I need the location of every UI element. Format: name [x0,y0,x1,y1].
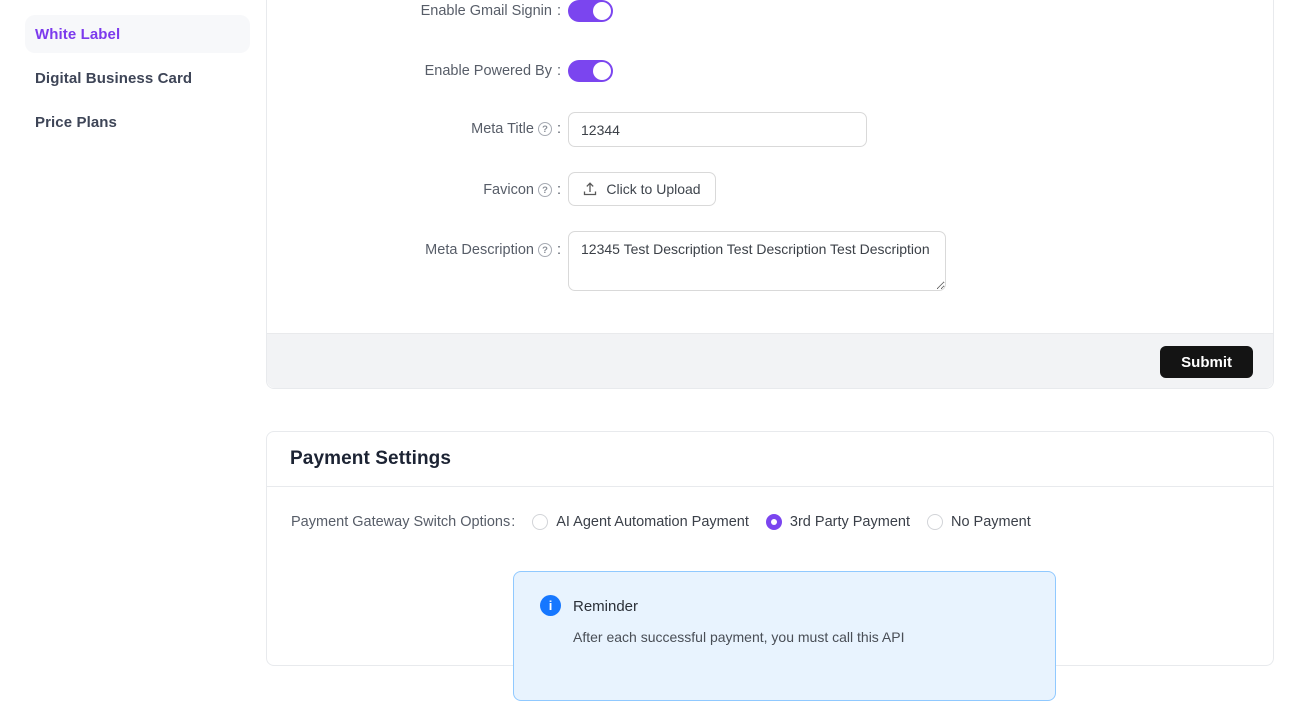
radio-checked-icon[interactable] [766,514,782,530]
help-icon[interactable]: ? [538,243,552,257]
sidebar: White Label Digital Business Card Price … [0,0,266,641]
toggle-knob [593,62,611,80]
sidebar-item-label: White Label [35,26,120,43]
reminder-description: After each successful payment, you must … [573,629,904,645]
meta-title-label: Meta Title ? [267,121,561,137]
help-icon[interactable]: ? [538,183,552,197]
submit-button[interactable]: Submit [1160,346,1253,378]
radio-unchecked-icon[interactable] [532,514,548,530]
sidebar-item-price-plans[interactable]: Price Plans [25,103,250,141]
payment-gateway-options-row: Payment Gateway Switch Options AI Agent … [291,514,1031,530]
reminder-alert: i Reminder After each successful payment… [513,571,1056,701]
reminder-title: Reminder [573,598,638,615]
payment-settings-header: Payment Settings [267,432,1273,487]
radio-option-3rd-party-payment[interactable]: 3rd Party Payment [766,514,910,530]
upload-icon [583,182,597,196]
radio-option-label: 3rd Party Payment [790,514,910,530]
powered-by-label: Enable Powered By [267,63,561,79]
favicon-upload-button[interactable]: Click to Upload [568,172,716,206]
info-icon: i [540,595,561,616]
meta-title-input[interactable] [568,112,867,147]
meta-description-textarea[interactable]: 12345 Test Description Test Description … [568,231,946,291]
sidebar-item-label: Digital Business Card [35,70,192,87]
white-label-settings-card: Enable Gmail Signin Enable Powered By Me… [266,0,1274,389]
payment-settings-card: Payment Settings Payment Gateway Switch … [266,431,1274,666]
radio-option-no-payment[interactable]: No Payment [927,514,1031,530]
form-footer: Submit [267,333,1273,388]
radio-unchecked-icon[interactable] [927,514,943,530]
radio-option-ai-agent-automation-payment[interactable]: AI Agent Automation Payment [532,514,749,530]
payment-gateway-label: Payment Gateway Switch Options [291,514,515,530]
sidebar-item-digital-business-card[interactable]: Digital Business Card [25,59,250,97]
favicon-label: Favicon ? [267,182,561,198]
sidebar-item-label: Price Plans [35,114,117,131]
gmail-signin-label: Enable Gmail Signin [267,3,561,19]
gmail-signin-toggle[interactable] [568,0,613,22]
meta-description-label: Meta Description ? [267,242,561,258]
upload-button-label: Click to Upload [606,181,700,197]
radio-option-label: No Payment [951,514,1031,530]
radio-option-label: AI Agent Automation Payment [556,514,749,530]
powered-by-toggle[interactable] [568,60,613,82]
help-icon[interactable]: ? [538,122,552,136]
payment-settings-title: Payment Settings [290,448,451,470]
toggle-knob [593,2,611,20]
sidebar-item-white-label[interactable]: White Label [25,15,250,53]
